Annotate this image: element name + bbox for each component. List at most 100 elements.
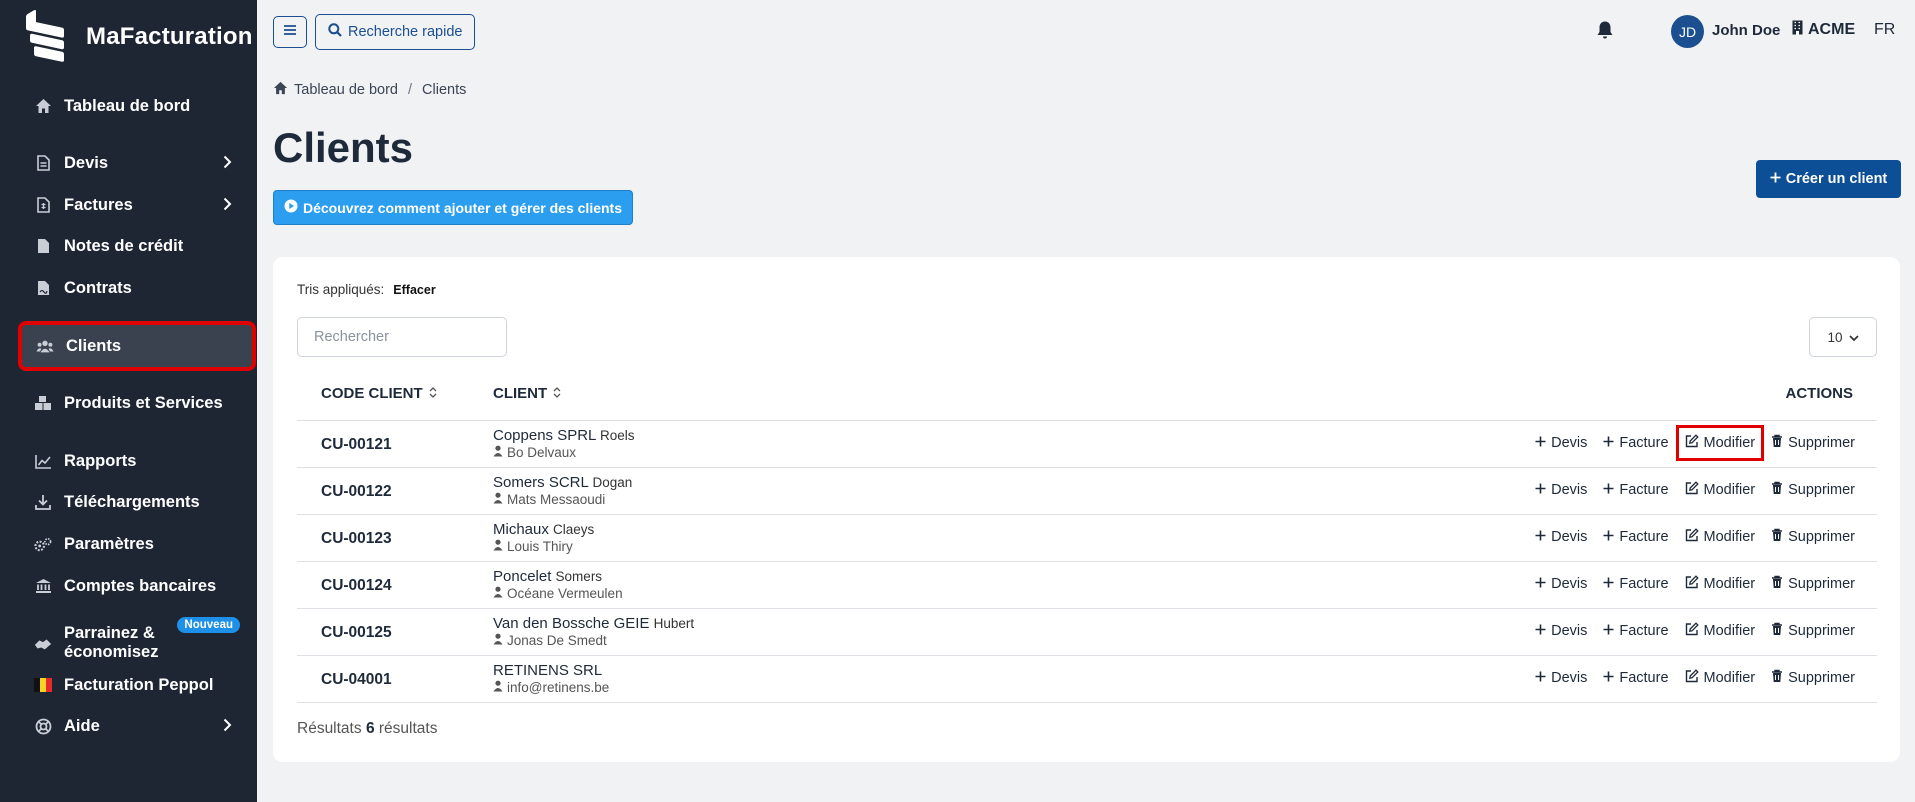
client-code[interactable]: CU-00123 <box>321 530 392 548</box>
action-label: Devis <box>1551 623 1588 639</box>
clients-card: Tris appliqués: Effacer 10 CODE CLIENT C… <box>273 257 1900 762</box>
sidebar-item-invoices[interactable]: Factures <box>20 185 252 225</box>
brand-logo[interactable]: MaFacturation <box>24 9 253 63</box>
company-selector[interactable]: ACME <box>1792 20 1855 40</box>
edit-icon <box>1685 575 1699 593</box>
help-video-button[interactable]: Découvrez comment ajouter et gérer des c… <box>273 190 633 225</box>
client-contact: Louis Thiry <box>507 539 573 554</box>
sidebar-item-label: Notes de crédit <box>64 236 184 255</box>
trash-icon <box>1771 434 1783 452</box>
applied-sorts-label: Tris appliqués: <box>297 282 385 297</box>
edit-button[interactable]: Modifier <box>1685 528 1755 546</box>
client-sub-name: Claeys <box>553 522 595 537</box>
sidebar-item-bank-accounts[interactable]: Comptes bancaires <box>20 566 252 606</box>
new-invoice-button[interactable]: Facture <box>1603 670 1669 686</box>
trash-icon <box>1771 528 1783 546</box>
action-label: Devis <box>1551 435 1588 451</box>
sidebar-item-products[interactable]: Produits et Services <box>20 383 252 423</box>
sidebar-item-settings[interactable]: Paramètres <box>20 524 252 564</box>
table-body: CU-00121 Coppens SPRL Roels Bo Delvaux D… <box>297 421 1877 703</box>
client-name: Van den Bossche GEIE <box>493 615 650 632</box>
delete-button[interactable]: Supprimer <box>1771 481 1855 499</box>
avatar[interactable]: JD <box>1671 15 1704 48</box>
new-quote-button[interactable]: Devis <box>1535 670 1587 686</box>
sidebar-item-downloads[interactable]: Téléchargements <box>20 482 252 522</box>
column-header-client[interactable]: CLIENT <box>493 385 561 402</box>
client-cell[interactable]: Michaux Claeys Louis Thiry <box>493 521 594 554</box>
sidebar-item-dashboard[interactable]: Tableau de bord <box>20 86 252 126</box>
client-cell[interactable]: RETINENS SRL info@retinens.be <box>493 662 609 695</box>
sidebar-item-help[interactable]: Aide <box>20 706 252 746</box>
edit-button[interactable]: Modifier <box>1675 425 1765 461</box>
client-code[interactable]: CU-00122 <box>321 483 392 501</box>
user-icon <box>493 633 503 648</box>
new-invoice-button[interactable]: Facture <box>1603 576 1669 592</box>
sidebar-item-quotes[interactable]: Devis <box>20 143 252 183</box>
new-quote-button[interactable]: Devis <box>1535 529 1587 545</box>
edit-button[interactable]: Modifier <box>1685 575 1756 593</box>
help-video-label: Découvrez comment ajouter et gérer des c… <box>303 199 622 216</box>
client-code[interactable]: CU-00124 <box>321 577 392 595</box>
new-invoice-button[interactable]: Facture <box>1603 482 1669 498</box>
home-icon[interactable] <box>273 81 288 99</box>
create-client-label: Créer un client <box>1785 171 1888 187</box>
action-label: Supprimer <box>1788 435 1855 451</box>
client-cell[interactable]: Van den Bossche GEIE Hubert Jonas De Sme… <box>493 615 694 648</box>
action-label: Facture <box>1619 576 1669 592</box>
plus-icon <box>1535 623 1546 639</box>
user-name[interactable]: John Doe <box>1712 22 1780 39</box>
play-circle-icon <box>284 199 298 216</box>
quick-search-button[interactable]: Recherche rapide <box>315 14 476 50</box>
client-cell[interactable]: Coppens SPRL Roels Bo Delvaux <box>493 427 635 460</box>
client-code[interactable]: CU-00121 <box>321 436 392 454</box>
user-icon <box>493 492 503 507</box>
chart-icon <box>34 452 52 470</box>
per-page-select[interactable]: 10 <box>1809 317 1877 357</box>
column-header-code[interactable]: CODE CLIENT <box>321 385 437 402</box>
client-cell[interactable]: Poncelet Somers Océane Vermeulen <box>493 568 623 601</box>
language-selector[interactable]: FR <box>1874 21 1895 39</box>
sidebar-item-reports[interactable]: Rapports <box>20 441 252 481</box>
clear-sorts-link[interactable]: Effacer <box>393 283 435 297</box>
create-client-button[interactable]: Créer un client <box>1756 160 1901 198</box>
action-label: Modifier <box>1703 576 1756 592</box>
client-contact: Mats Messaoudi <box>507 492 606 507</box>
sidebar: MaFacturation Tableau de bord Devis Fact… <box>0 0 257 802</box>
sidebar-item-peppol[interactable]: Facturation Peppol <box>20 665 252 705</box>
new-quote-button[interactable]: Devis <box>1535 623 1587 639</box>
delete-button[interactable]: Supprimer <box>1771 434 1855 452</box>
sidebar-item-credit-notes[interactable]: Notes de crédit <box>20 226 252 266</box>
delete-button[interactable]: Supprimer <box>1771 669 1855 687</box>
client-code[interactable]: CU-04001 <box>321 671 392 689</box>
sidebar-item-label: Contrats <box>64 278 132 297</box>
new-quote-button[interactable]: Devis <box>1535 576 1587 592</box>
chevron-right-icon <box>223 155 232 174</box>
edit-icon <box>1685 669 1699 687</box>
table-row: CU-04001 RETINENS SRL info@retinens.be D… <box>297 656 1877 703</box>
menu-toggle-button[interactable] <box>273 16 307 48</box>
edit-button[interactable]: Modifier <box>1685 622 1755 640</box>
sidebar-item-referral[interactable]: Parrainez & économisez Nouveau <box>20 617 252 663</box>
sidebar-item-contracts[interactable]: Contrats <box>20 268 252 308</box>
notifications-bell-icon[interactable] <box>1596 20 1614 45</box>
edit-button[interactable]: Modifier <box>1685 669 1755 687</box>
new-invoice-button[interactable]: Facture <box>1603 623 1669 639</box>
client-code[interactable]: CU-00125 <box>321 624 392 642</box>
edit-button[interactable]: Modifier <box>1685 481 1755 499</box>
sidebar-item-clients[interactable]: Clients <box>18 321 256 371</box>
user-icon <box>493 680 503 695</box>
new-invoice-button[interactable]: Facture <box>1603 435 1669 451</box>
delete-button[interactable]: Supprimer <box>1771 528 1855 546</box>
client-cell[interactable]: Somers SCRL Dogan Mats Messaoudi <box>493 474 632 507</box>
new-invoice-button[interactable]: Facture <box>1603 529 1669 545</box>
row-actions: Devis Facture Modifier Supprimer <box>1535 528 1855 546</box>
breadcrumb-home-link[interactable]: Tableau de bord <box>294 82 398 98</box>
results-summary: Résultats 6 résultats <box>297 720 437 738</box>
delete-button[interactable]: Supprimer <box>1771 575 1855 593</box>
delete-button[interactable]: Supprimer <box>1771 622 1855 640</box>
new-quote-button[interactable]: Devis <box>1535 482 1587 498</box>
new-quote-button[interactable]: Devis <box>1535 435 1587 451</box>
action-label: Facture <box>1619 623 1669 639</box>
client-search-input[interactable] <box>297 317 507 357</box>
trash-icon <box>1771 575 1783 593</box>
